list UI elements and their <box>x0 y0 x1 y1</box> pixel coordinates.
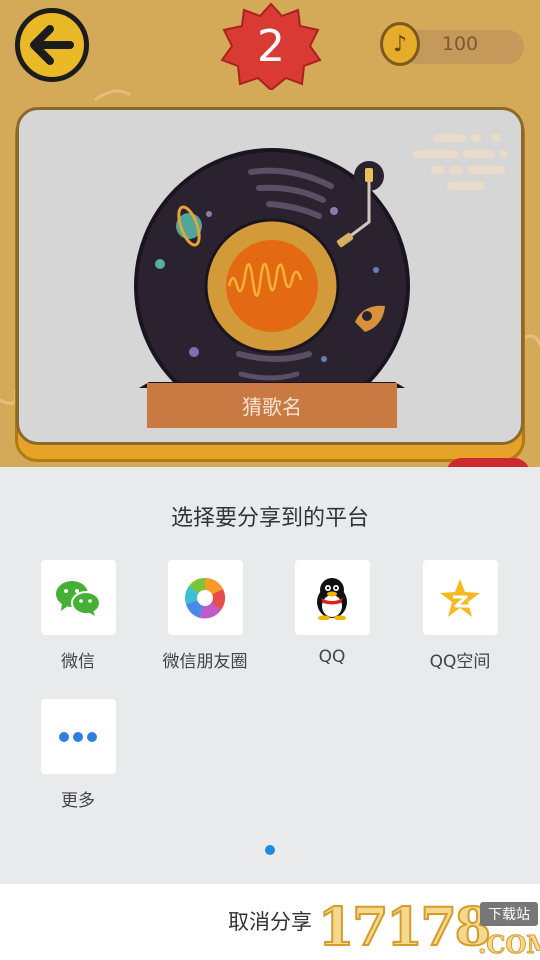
share-option-wechat[interactable]: 微信 <box>18 560 138 672</box>
share-option-label: QQ空间 <box>429 652 491 672</box>
page-indicator-dot <box>265 845 275 855</box>
share-tile[interactable] <box>294 560 370 635</box>
coin-value: 100 <box>441 33 479 55</box>
share-option-label: 微信 <box>61 652 95 672</box>
share-option-label: 微信朋友圈 <box>162 652 248 672</box>
share-sheet-title: 选择要分享到的平台 <box>170 506 369 531</box>
share-tile[interactable] <box>167 560 243 635</box>
qzone-star-icon <box>440 578 480 617</box>
share-option-moments[interactable]: 微信朋友圈 <box>145 560 265 672</box>
qq-penguin-icon <box>317 577 347 620</box>
watermark-logo: 17178 <box>317 897 492 959</box>
level-number: 2 <box>257 20 285 72</box>
vinyl-card: 猜歌名 <box>16 107 524 445</box>
share-tile[interactable] <box>40 560 116 635</box>
level-badge: 2 <box>218 2 324 90</box>
share-option-more[interactable]: 更多 <box>18 699 138 811</box>
back-button[interactable] <box>15 8 89 82</box>
moments-icon <box>185 577 226 619</box>
watermark-tag: 下载站 <box>480 902 538 926</box>
music-note-coin-icon: ♪ <box>380 22 420 66</box>
guess-song-title-bar: 猜歌名 <box>147 383 397 428</box>
arrow-left-icon <box>30 25 74 65</box>
watermark-suffix: .COM <box>478 930 540 960</box>
more-dots-icon <box>59 731 97 742</box>
share-option-qq[interactable]: QQ <box>272 560 392 667</box>
share-option-label: QQ <box>318 647 346 667</box>
share-option-label: 更多 <box>61 791 95 811</box>
share-option-qzone[interactable]: QQ空间 <box>400 560 520 672</box>
wechat-icon <box>56 580 101 616</box>
share-tile[interactable] <box>40 699 116 774</box>
share-tile[interactable] <box>422 560 498 635</box>
